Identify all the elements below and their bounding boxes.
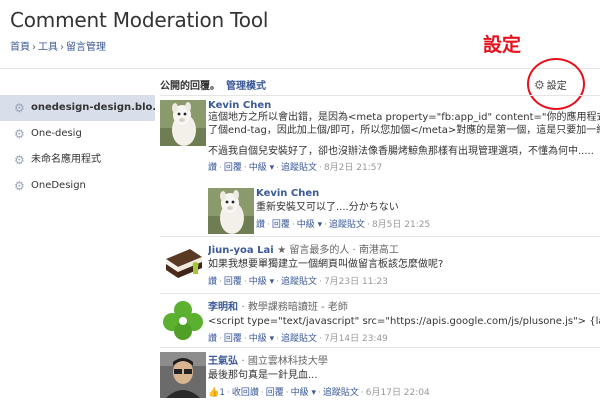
avatar-ice-cream-sandwich[interactable] <box>160 241 206 287</box>
avatar-alpaca[interactable] <box>160 100 206 146</box>
breadcrumb-moderation[interactable]: 留言管理 <box>66 42 106 53</box>
comment-actions: 讚 · 回覆 · 中級 ▾ · 追蹤貼文 · 8月5日 21:25 <box>256 220 431 230</box>
sidebar-item-onedesign[interactable]: ⚙ OneDesign <box>0 173 155 199</box>
unlike-link[interactable]: 收回讚 <box>232 388 259 398</box>
comment-text: 最後那句真是一針見血... <box>208 370 318 381</box>
comment-body: Jiun-yoa Lai ★ 留言最多的人 · 南港高工 如果我想要單獨建立一個… <box>208 241 600 287</box>
sidebar-item-label: One-desig <box>31 128 82 139</box>
comment-actions: 👍1 · 收回讚 · 回覆 · 中級 ▾ · 追蹤貼文 · 6月17日 22:04 <box>208 388 430 398</box>
follow-post-link[interactable]: 追蹤貼文 <box>281 277 317 287</box>
comment-author[interactable]: Kevin Chen <box>208 100 600 111</box>
breadcrumb: 首頁 › 工具 › 留言管理 <box>10 38 106 53</box>
comment-item: Jiun-yoa Lai ★ 留言最多的人 · 南港高工 如果我想要單獨建立一個… <box>160 241 600 291</box>
reply-link[interactable]: 回覆 <box>224 277 242 287</box>
comment-text: 不過我自個兒安裝好了，卻也沒辦法像香腸烤鯨魚那樣有出現管理選項，不懂為何中...… <box>208 146 594 157</box>
sidebar-item-label: 未命名應用程式 <box>31 154 101 165</box>
sidebar-item-one-desig[interactable]: ⚙ One-desig <box>0 121 155 147</box>
like-link[interactable]: 讚 <box>256 220 265 230</box>
gear-icon: ⚙ <box>14 127 25 141</box>
sidebar-item-unnamed-app[interactable]: ⚙ 未命名應用程式 <box>0 147 155 173</box>
comment-item: 李明和 · 教學課務暗讀班 - 老師 <script type="text/ja… <box>160 298 600 346</box>
breadcrumb-home[interactable]: 首頁 <box>10 42 30 53</box>
like-link[interactable]: 讚 <box>208 334 217 344</box>
comment-date: 8月5日 21:25 <box>371 220 431 230</box>
sidebar: ⚙ onedesign-design.blo... ⚙ One-desig ⚙ … <box>0 95 155 199</box>
author-badge: · 教學課務暗讀班 - 老師 <box>241 302 348 313</box>
comment-author[interactable]: 李明和 <box>208 302 238 313</box>
avatar-person[interactable] <box>160 352 206 398</box>
settings-annotation-label: 設定 <box>483 34 522 56</box>
moderation-level-dropdown[interactable]: 中級 ▾ <box>297 220 322 230</box>
comment-actions: 讚 · 回覆 · 中級 ▾ · 追蹤貼文 · 8月2日 21:57 <box>208 163 383 173</box>
divider <box>160 236 600 237</box>
author-badge: · 國立雲林科技大學 <box>241 356 328 367</box>
like-count: 1 <box>219 388 225 398</box>
sidebar-item-label: OneDesign <box>31 180 86 191</box>
follow-post-link[interactable]: 追蹤貼文 <box>329 220 365 230</box>
breadcrumb-sep-icon: › <box>60 42 64 53</box>
reply-link[interactable]: 回覆 <box>224 163 242 173</box>
reply-link[interactable]: 回覆 <box>224 334 242 344</box>
reply-link[interactable]: 回覆 <box>272 220 290 230</box>
author-badge: ★ 留言最多的人 · 南港高工 <box>277 245 399 256</box>
moderation-level-dropdown[interactable]: 中級 ▾ <box>249 277 274 287</box>
avatar-alpaca[interactable] <box>208 188 254 234</box>
comment-date: 8月2日 21:57 <box>323 163 383 173</box>
sidebar-item-onedesign-blog[interactable]: ⚙ onedesign-design.blo... <box>0 95 155 121</box>
moderation-level-dropdown[interactable]: 中級 ▾ <box>249 334 274 344</box>
comment-date: 6月17日 22:04 <box>365 388 430 398</box>
comment-body: Kevin Chen 重新安裝又可以了....分かちない 讚 · 回覆 · 中級 ▾ · 追… <box>256 188 600 230</box>
comment-text: 如果我想要單獨建立一個網頁叫做留言板該怎麼做呢? <box>208 259 444 270</box>
comment-item: Kevin Chen 這個地方之所以會出錯，是因為<meta property=… <box>160 100 600 180</box>
avatar-clover[interactable] <box>160 298 206 344</box>
like-link[interactable]: 讚 <box>208 277 217 287</box>
comment-reply: Kevin Chen 重新安裝又可以了....分かちない 讚 · 回覆 · 中級 ▾ · 追… <box>208 188 600 234</box>
header-divider <box>0 68 600 69</box>
comment-text: 了個end-tag，因此加上個/即可，所以您加個</meta>對應的是第一個，這… <box>208 125 600 136</box>
moderation-level-dropdown[interactable]: 中級 ▾ <box>291 388 316 398</box>
comment-body: 王氣弘 · 國立雲林科技大學 最後那句真是一針見血... 👍1 · 收回讚 · 回覆 · 中… <box>208 352 600 398</box>
app-title: Comment Moderation Tool <box>10 8 269 32</box>
comment-text: 這個地方之所以會出錯，是因為<meta property="fb:app_id"… <box>208 112 600 123</box>
comment-actions: 讚 · 回覆 · 中級 ▾ · 追蹤貼文 · 7月23日 11:23 <box>208 277 388 287</box>
like-link[interactable]: 讚 <box>208 163 217 173</box>
gears-icon: ⚙ <box>534 78 545 92</box>
public-replies-label: 公開的回覆。 <box>160 81 220 92</box>
comment-body: Kevin Chen 這個地方之所以會出錯，是因為<meta property=… <box>208 100 600 173</box>
thumbs-up-icon: 👍 <box>208 388 220 398</box>
breadcrumb-sep-icon: › <box>32 42 36 53</box>
comment-body: 李明和 · 教學課務暗讀班 - 老師 <script type="text/ja… <box>208 298 600 344</box>
gear-icon: ⚙ <box>14 179 25 193</box>
follow-post-link[interactable]: 追蹤貼文 <box>281 334 317 344</box>
divider <box>160 293 600 294</box>
comment-author[interactable]: 王氣弘 <box>208 356 238 367</box>
gear-icon: ⚙ <box>14 153 25 167</box>
comment-author[interactable]: Kevin Chen <box>256 188 600 199</box>
sidebar-item-label: onedesign-design.blo... <box>31 102 155 113</box>
divider <box>160 347 600 348</box>
comment-actions: 讚 · 回覆 · 中級 ▾ · 追蹤貼文 · 7月14日 23:49 <box>208 334 388 344</box>
comment-date: 7月14日 23:49 <box>323 334 388 344</box>
manage-mode-link[interactable]: 管理模式 <box>226 81 266 92</box>
comment-spacer <box>208 137 600 145</box>
comment-author[interactable]: Jiun-yoa Lai <box>208 245 274 256</box>
moderation-level-dropdown[interactable]: 中級 ▾ <box>249 163 274 173</box>
gear-icon: ⚙ <box>14 101 25 115</box>
settings-button[interactable]: ⚙ 設定 <box>534 77 567 92</box>
settings-label: 設定 <box>546 81 567 92</box>
follow-post-link[interactable]: 追蹤貼文 <box>323 388 359 398</box>
comment-text: 重新安裝又可以了....分かちない <box>256 202 399 213</box>
reply-link[interactable]: 回覆 <box>266 388 284 398</box>
comment-date: 7月23日 11:23 <box>323 277 388 287</box>
follow-post-link[interactable]: 追蹤貼文 <box>281 163 317 173</box>
comment-text: <script type="text/javascript" src="http… <box>208 316 600 327</box>
breadcrumb-tools[interactable]: 工具 <box>38 42 58 53</box>
divider <box>160 95 600 96</box>
comment-item: 王氣弘 · 國立雲林科技大學 最後那句真是一針見血... 👍1 · 收回讚 · 回覆 · 中… <box>160 352 600 402</box>
